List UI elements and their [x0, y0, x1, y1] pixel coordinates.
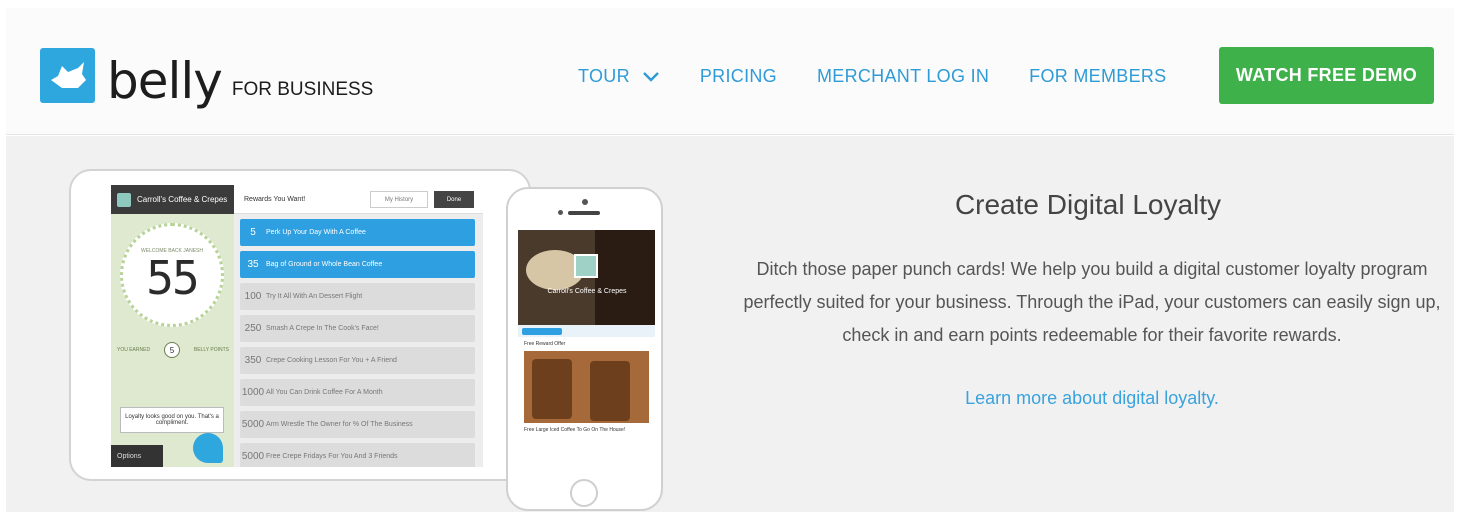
home-button	[570, 479, 598, 507]
coffee-beans-image	[595, 230, 655, 325]
reward-points: 250	[244, 323, 262, 334]
reward-item[interactable]: 5000 Free Crepe Fridays For You And 3 Fri…	[240, 443, 475, 467]
reward-label: Free Crepe Fridays For You And 3 Friends	[266, 453, 398, 460]
options-label: Options	[117, 452, 142, 460]
iphone-mockup: Carroll's Coffee & Crepes Free Reward Of…	[506, 187, 663, 511]
reward-caption: Free Large Iced Coffee To Go On The Hous…	[524, 427, 626, 433]
nav-tour-label: TOUR	[578, 66, 630, 86]
hero-section: Carroll's Coffee & Crepes WELCOME BACK J…	[6, 136, 1454, 512]
ipad-mockup: Carroll's Coffee & Crepes WELCOME BACK J…	[69, 169, 531, 481]
iphone-screen: Carroll's Coffee & Crepes Free Reward Of…	[518, 230, 655, 473]
reward-item[interactable]: 1000 All You Can Drink Coffee For A Month	[240, 379, 475, 406]
reward-item[interactable]: 5 Perk Up Your Day With A Coffee	[240, 219, 475, 246]
reward-item[interactable]: 35 Bag of Ground or Whole Bean Coffee	[240, 251, 475, 278]
reward-item[interactable]: 250 Smash A Crepe In The Cook's Face!	[240, 315, 475, 342]
ipad-screen: Carroll's Coffee & Crepes WELCOME BACK J…	[111, 185, 483, 467]
nav-for-members[interactable]: FOR MEMBERS	[1029, 66, 1166, 87]
ipad-rewards-panel: Rewards You Want! My History Done 5 Perk …	[234, 185, 483, 467]
reward-points: 1000	[241, 387, 265, 398]
iced-coffee-glass	[590, 361, 630, 421]
points-value: 55	[146, 251, 199, 305]
reward-points: 100	[244, 291, 262, 302]
hero-body: Ditch those paper punch cards! We help y…	[743, 259, 1441, 345]
phone-business-name: Carroll's Coffee & Crepes	[547, 288, 627, 295]
earned-row: YOU EARNED 5 BELLY POINTS	[117, 342, 229, 358]
rewards-title: Rewards You Want!	[244, 196, 306, 203]
reward-label: Bag of Ground or Whole Bean Coffee	[266, 261, 383, 268]
reward-item[interactable]: 350 Crepe Cooking Lesson For You + A Frie…	[240, 347, 475, 374]
chevron-down-icon	[643, 71, 659, 82]
reward-label: All You Can Drink Coffee For A Month	[266, 389, 383, 396]
iced-coffee-image	[524, 351, 649, 423]
hero-copy: Create Digital Loyalty Ditch those paper…	[742, 189, 1442, 409]
reward-points: 35	[247, 259, 259, 270]
reward-points: 5	[250, 227, 256, 238]
watch-demo-button[interactable]: WATCH FREE DEMO	[1219, 47, 1434, 104]
reward-item[interactable]: 5000 Arm Wrestle The Owner for % Of The B…	[240, 411, 475, 438]
options-button[interactable]: Options	[111, 445, 163, 467]
reward-points: 350	[244, 355, 262, 366]
learn-more-link[interactable]: Learn more about digital loyalty.	[965, 388, 1219, 409]
reward-points: 5000	[241, 419, 265, 430]
loyalty-message: Loyalty looks good on you. That's a comp…	[120, 407, 224, 433]
nav-tour[interactable]: TOUR	[578, 66, 660, 87]
reward-label: Smash A Crepe In The Cook's Face!	[266, 325, 379, 332]
points-badge: WELCOME BACK JANESH 55	[120, 223, 224, 327]
done-button[interactable]: Done	[434, 191, 474, 208]
earned-points: 5	[163, 342, 180, 358]
business-logo-icon	[117, 192, 131, 207]
reward-label: Arm Wrestle The Owner for % Of The Busin…	[266, 421, 413, 428]
nav-pricing[interactable]: PRICING	[700, 66, 777, 87]
you-earned-label: YOU EARNED	[117, 347, 151, 353]
sensor-dot	[558, 210, 563, 215]
hero-title: Create Digital Loyalty	[954, 189, 1222, 220]
logo-subtitle: FOR BUSINESS	[231, 79, 374, 100]
rewards-header: Rewards You Want! My History Done	[234, 185, 483, 214]
reward-label: Crepe Cooking Lesson For You + A Friend	[266, 357, 397, 364]
reward-item[interactable]: 100 Try It All With An Dessert Flight	[240, 283, 475, 310]
logo-wordmark: belly	[107, 52, 223, 110]
iced-coffee-glass	[532, 359, 572, 419]
belly-points-label: BELLY POINTS	[193, 347, 229, 353]
speaker-grille	[568, 211, 600, 215]
ipad-business-name: Carroll's Coffee & Crepes	[137, 195, 228, 204]
logo[interactable]: belly FOR BUSINESS	[40, 48, 374, 110]
reward-points: 5000	[241, 451, 265, 462]
ipad-points-panel: Carroll's Coffee & Crepes WELCOME BACK J…	[111, 185, 234, 467]
phone-tab-active[interactable]	[522, 327, 562, 335]
ipad-business-header: Carroll's Coffee & Crepes	[111, 185, 234, 214]
main-nav: TOUR PRICING MERCHANT LOG IN FOR MEMBERS	[578, 66, 1206, 87]
dog-icon	[40, 48, 95, 103]
reward-label: Perk Up Your Day With A Coffee	[266, 229, 366, 236]
my-history-button[interactable]: My History	[370, 191, 428, 208]
phone-hero-image: Carroll's Coffee & Crepes	[518, 230, 655, 325]
nav-merchant-login[interactable]: MERCHANT LOG IN	[817, 66, 989, 87]
mascot-icon	[193, 433, 223, 463]
phone-tabs[interactable]	[518, 325, 655, 337]
free-reward-label: Free Reward Offer	[524, 341, 566, 347]
camera-icon	[582, 199, 588, 205]
business-logo-icon	[574, 254, 598, 278]
reward-label: Try It All With An Dessert Flight	[266, 293, 363, 300]
page: belly FOR BUSINESS TOUR PRICING MERCHANT…	[0, 0, 1459, 512]
site-header: belly FOR BUSINESS TOUR PRICING MERCHANT…	[6, 8, 1454, 135]
